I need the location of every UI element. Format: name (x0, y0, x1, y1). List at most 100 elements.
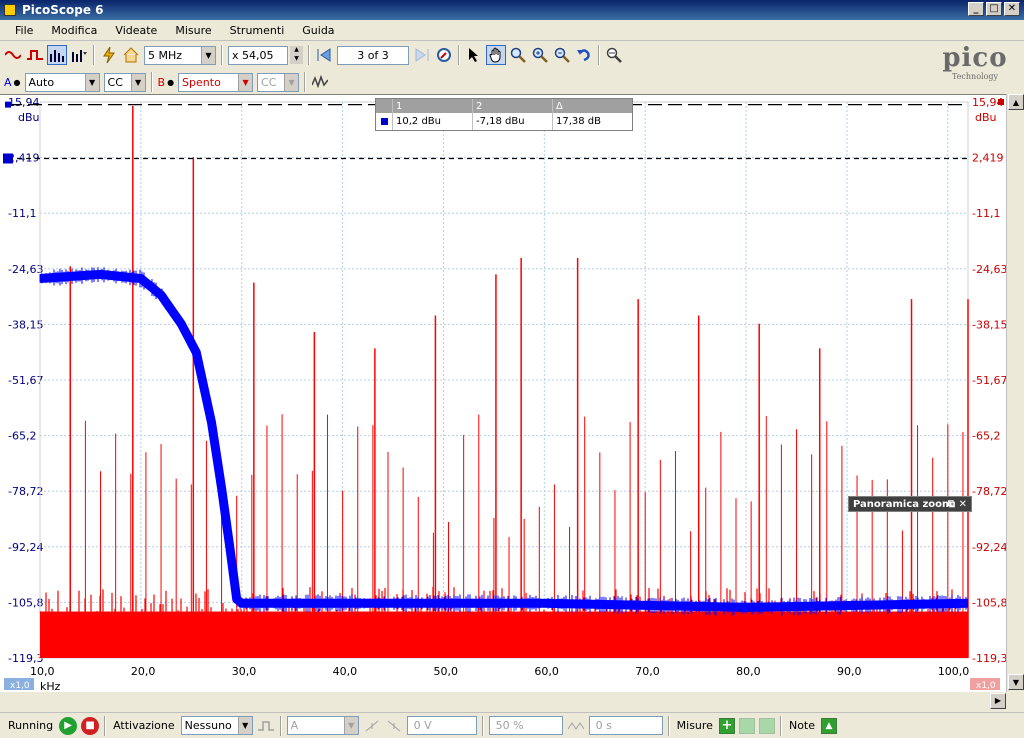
spectrum-plot[interactable]: 15,94 15,942,419 2,419-11,1 -11,1-24,63 -24,… (0, 95, 1006, 693)
close-button[interactable]: ✕ (1004, 2, 1020, 16)
zoom-tool-icon[interactable] (508, 45, 528, 65)
notes-label: Note (788, 719, 816, 732)
pretrigger-field[interactable]: 50 % (488, 716, 563, 735)
trigger-mode-select[interactable]: Nessuno ▼ (180, 716, 253, 735)
persistence-mode-icon[interactable] (25, 45, 45, 65)
channel-b-coupling-value: CC (261, 75, 277, 89)
menu-measurements[interactable]: Misure (166, 24, 220, 37)
x-tick-label: 80,0 (736, 665, 761, 678)
chevron-down-icon: ▼ (201, 46, 215, 64)
previous-buffer-icon[interactable] (314, 45, 334, 65)
hand-pan-icon[interactable] (486, 45, 506, 65)
meas-header-delta: Δ (552, 99, 632, 113)
timebase-value: 5 MHz (148, 48, 183, 62)
zoom-factor-field[interactable]: x 54,05 (228, 45, 288, 65)
pretrigger-value: 50 % (495, 719, 524, 732)
scroll-right-icon[interactable]: ▶ (990, 693, 1006, 709)
channel-a-range-select[interactable]: Auto ▼ (24, 72, 100, 92)
channel-a-options-icon[interactable]: ● (14, 78, 21, 87)
menu-file[interactable]: File (6, 24, 42, 37)
y-tick-right: -119,3 (972, 652, 1006, 665)
y-tick-left: -78,72 (8, 485, 43, 498)
menu-views[interactable]: Videate (106, 24, 166, 37)
chevron-down-icon: ▼ (238, 73, 253, 91)
y-tick-left: -51,67 (8, 374, 43, 387)
restore-icon[interactable]: ⧉ (948, 499, 955, 510)
timebase-select[interactable]: 5 MHz ▼ (144, 45, 216, 65)
advanced-trigger-icon[interactable] (256, 716, 276, 736)
x-tick-label: 90,0 (837, 665, 862, 678)
undo-zoom-icon[interactable] (574, 45, 594, 65)
vertical-scrollbar[interactable]: ▲ ▼ (1006, 94, 1024, 692)
scroll-down-icon[interactable]: ▼ (1008, 674, 1024, 690)
threshold-field[interactable]: 0 V (406, 716, 477, 735)
chevron-down-icon: ▼ (343, 717, 358, 734)
zoom-factor-value: x 54,05 (232, 48, 274, 62)
zoom-out-icon[interactable] (552, 45, 572, 65)
spectrum-view[interactable]: 15,94 15,94 2,419 2,419 -11,1 -11,1 -24,63 -24,… (0, 94, 1024, 693)
edit-measure-icon[interactable] (738, 717, 755, 734)
y-tick-right: -65,2 (972, 430, 1000, 443)
status-bar: Running ▶ ■ Attivazione Nessuno ▼ A ▼ 0 V … (0, 712, 1024, 738)
falling-edge-icon[interactable] (384, 716, 404, 736)
buffer-indicator[interactable]: 3 of 3 (337, 45, 409, 65)
zoom-stepper[interactable]: ▲ ▼ (290, 46, 303, 64)
zoom-overview-title: Panoramica zoom (853, 498, 953, 510)
horizontal-scrollbar[interactable]: ▶ (0, 692, 1024, 710)
spectrum-options-icon[interactable] (69, 45, 89, 65)
delay-field[interactable]: 0 s (588, 716, 663, 735)
channel-a-range-value: Auto (28, 75, 55, 89)
zoom-overview-icon[interactable] (604, 45, 624, 65)
x-tick-label: 60,0 (534, 665, 559, 678)
y-tick-right: -24,63 (972, 263, 1006, 276)
maximize-button[interactable]: □ (986, 2, 1002, 16)
delay-value: 0 s (595, 719, 612, 732)
main-toolbar: 5 MHz ▼ x 54,05 ▲ ▼ 3 of 3 (0, 42, 1024, 68)
measurements-table: 1 2 Δ 10,2 dBu -7,18 dBu 17,38 dB (375, 98, 633, 131)
channel-a-label: A (4, 75, 12, 89)
notes-toggle-icon[interactable]: ▲ (821, 717, 838, 734)
title-bar: PicoScope 6 _ □ ✕ (0, 0, 1024, 20)
start-icon[interactable]: ▶ (59, 716, 78, 735)
spectrum-mode-icon[interactable] (47, 45, 67, 65)
logo-subtitle: Technology (951, 72, 999, 81)
x-tick-label: 70,0 (635, 665, 660, 678)
minimize-button[interactable]: _ (968, 2, 984, 16)
menu-tools[interactable]: Strumenti (221, 24, 294, 37)
stop-icon[interactable]: ■ (81, 716, 100, 735)
scroll-up-icon[interactable]: ▲ (1008, 94, 1024, 110)
scope-mode-icon[interactable] (3, 45, 23, 65)
delay-icon[interactable] (566, 716, 586, 736)
channel-b-options-icon[interactable]: ● (167, 78, 174, 87)
menu-edit[interactable]: Modifica (42, 24, 106, 37)
zoom-in-icon[interactable] (530, 45, 550, 65)
buffer-navigator-icon[interactable] (434, 45, 454, 65)
zoom-overview-panel[interactable]: Panoramica zoom ⧉ ✕ (848, 496, 972, 512)
add-measure-icon[interactable]: + (718, 717, 735, 734)
y-tick-right: -105,8 (972, 596, 1006, 609)
close-icon[interactable]: ✕ (959, 499, 967, 510)
menu-bar: File Modifica Videate Misure Strumenti G… (0, 20, 1024, 41)
channel-b-coupling-select[interactable]: CC ▼ (257, 72, 300, 92)
channel-a-swatch (380, 118, 388, 125)
x-tick-label: 40,0 (333, 665, 358, 678)
remove-measure-icon[interactable] (758, 717, 775, 734)
math-channels-icon[interactable] (310, 72, 330, 92)
x-scale-label: x1,0 (10, 681, 30, 691)
home-icon[interactable] (121, 45, 141, 65)
x-tick-label: 100,0 (938, 665, 970, 678)
y-tick-right: -38,15 (972, 318, 1006, 331)
chevron-down-icon: ▼ (237, 717, 252, 734)
trigger-label: Attivazione (113, 719, 175, 732)
y-tick-left: -11,1 (8, 207, 36, 220)
rising-edge-icon[interactable] (362, 716, 382, 736)
auto-setup-icon[interactable] (99, 45, 119, 65)
menu-help[interactable]: Guida (293, 24, 343, 37)
trigger-source-select[interactable]: A ▼ (286, 716, 359, 735)
app-icon (4, 4, 16, 16)
next-buffer-icon[interactable] (412, 45, 432, 65)
select-pointer-icon[interactable] (464, 45, 484, 65)
channel-a-coupling-select[interactable]: CC ▼ (103, 72, 146, 92)
channel-b-range-value: Spento (182, 75, 221, 89)
channel-b-range-select[interactable]: Spento ▼ (178, 72, 254, 92)
